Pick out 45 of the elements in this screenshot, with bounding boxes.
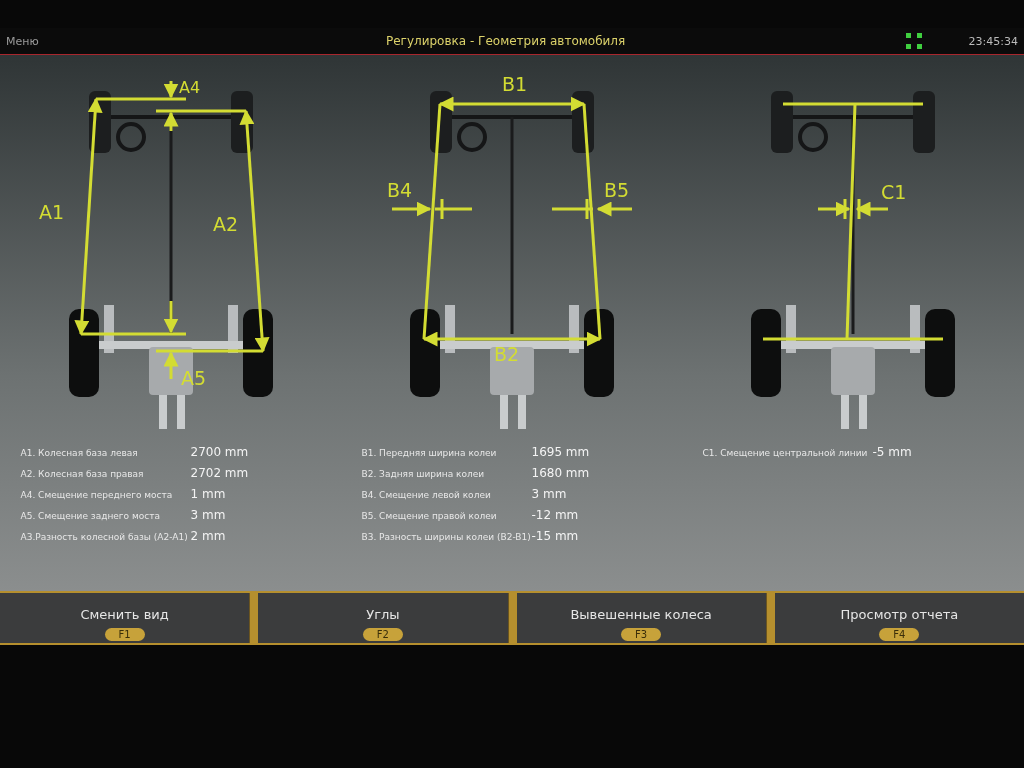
dimension-label: A4 [178, 78, 200, 97]
dimension-label: A2 [212, 213, 238, 235]
function-button[interactable]: Углы F2 [258, 593, 508, 643]
measurement-value: 1695 mm [531, 445, 590, 459]
key-badge: F4 [879, 628, 920, 641]
measurement-value: -12 mm [531, 508, 579, 522]
measurement-label: A5. Смещение заднего моста [20, 511, 161, 521]
measurement-label: B4. Смещение левой колеи [361, 490, 492, 500]
measurement-value: -5 mm [872, 445, 912, 459]
clock-time: 23:45:34 [967, 34, 1018, 48]
function-button[interactable]: Просмотр отчета F4 [774, 593, 1024, 643]
measurement-label: A1. Колесная база левая [20, 448, 139, 458]
measurement-value: 2702 mm [190, 466, 249, 480]
measurement-value: -15 mm [531, 529, 579, 543]
key-badge: F1 [104, 628, 145, 641]
measurement-value: 2 mm [190, 529, 226, 543]
status-icon [906, 33, 922, 49]
measurement-label: B2. Задняя ширина колеи [361, 469, 486, 479]
function-button[interactable]: Сменить вид F1 [0, 593, 250, 643]
measurement-value: 1680 mm [531, 466, 590, 480]
measurement-label: C1. Смещение центральной линии [702, 448, 869, 458]
window-title: Регулировка - Геометрия автомобиля [386, 34, 627, 48]
dimension-label: B4 [386, 179, 412, 201]
measurement-value: 3 mm [531, 487, 567, 501]
dimension-label: A1 [38, 201, 64, 223]
key-badge: F2 [362, 628, 403, 641]
measurement-value: 2700 mm [190, 445, 249, 459]
function-button[interactable]: Вывешенные колеса F3 [516, 593, 766, 643]
measurement-label: A2. Колесная база правая [20, 469, 145, 479]
dimension-label: B1 [501, 73, 527, 95]
dimension-label: B2 [493, 343, 519, 365]
measurement-value: 1 mm [190, 487, 226, 501]
measurement-label: A3.Разность колесной базы (A2-A1) [20, 532, 189, 542]
measurement-label: B1. Передняя ширина колеи [361, 448, 498, 458]
dimension-label: A5 [180, 367, 206, 389]
dimension-label: B5 [603, 179, 629, 201]
measurement-label: B3. Разность ширины колеи (B2-B1) [361, 532, 532, 542]
dimension-label: C1 [880, 181, 906, 203]
dimension-arrow [817, 199, 888, 219]
measurement-value: 3 mm [190, 508, 226, 522]
menu-link[interactable]: Меню [6, 34, 386, 48]
key-badge: F3 [621, 628, 662, 641]
measurement-label: B5. Смещение правой колеи [361, 511, 498, 521]
measurement-label: A4. Смещение переднего моста [20, 490, 174, 500]
dimension-arrow [163, 81, 178, 131]
